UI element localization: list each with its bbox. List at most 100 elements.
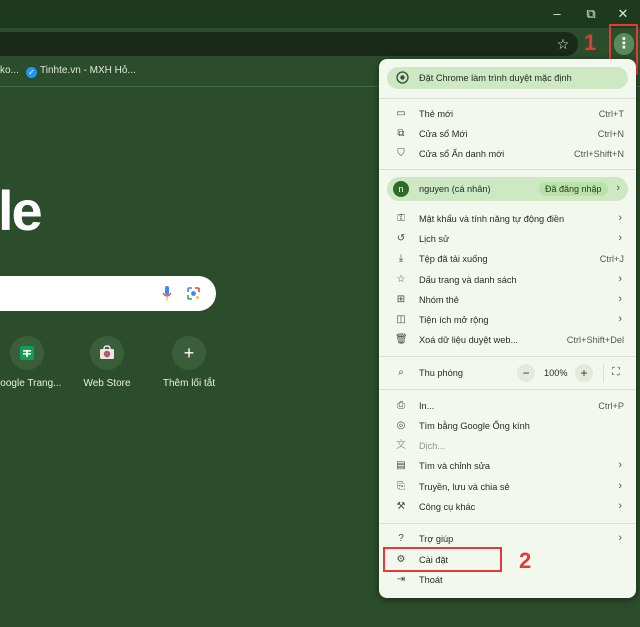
divider (379, 523, 636, 524)
menu-item-more-tools[interactable]: ⚒ Công cụ khác › (379, 497, 636, 517)
printer-icon: ⎙ (397, 400, 405, 411)
divider (379, 356, 636, 357)
annotation-step-1: 1 (584, 30, 597, 55)
puzzle-icon: ◫ (396, 314, 406, 325)
menu-item-label: Thẻ mới (419, 109, 454, 119)
chevron-right-icon: › (618, 232, 622, 244)
divider (379, 389, 636, 390)
menu-item-incognito[interactable]: ⛉ Cửa sổ Ẩn danh mới Ctrl+Shift+N (379, 144, 636, 164)
zoom-icon: ⌕ (398, 367, 404, 378)
shortcut-text: Ctrl+T (598, 109, 624, 119)
shortcut-label: Web Store (83, 378, 131, 389)
star-icon[interactable]: ☆ (554, 34, 572, 54)
find-icon: ▤ (396, 460, 406, 471)
menu-item-label: Truyền, lưu và chia sẻ (419, 482, 510, 492)
shortcut-label: Thêm lối tắt (162, 378, 216, 389)
menu-item-extensions[interactable]: ◫ Tiện ích mở rộng › (379, 310, 636, 330)
avatar: n (393, 181, 409, 197)
close-button[interactable]: ✕ (612, 4, 634, 24)
profile-name: nguyen (cá nhân) (419, 184, 491, 194)
help-icon: ? (398, 533, 404, 544)
minimize-button[interactable]: – (546, 4, 568, 24)
shortcut-text: Ctrl+Shift+Del (566, 335, 624, 345)
zoom-out-button[interactable]: − (517, 364, 535, 382)
bookmark-item[interactable]: ko... (0, 65, 19, 76)
status-badge: Đã đăng nhập (539, 182, 608, 196)
menu-item-find-edit[interactable]: ▤ Tìm và chỉnh sửa › (379, 456, 636, 476)
menu-item-bookmarks[interactable]: ☆ Dấu trang và danh sách › (379, 270, 636, 290)
set-default-label: Đặt Chrome làm trình duyệt mặc định (419, 73, 572, 83)
google-logo: le (0, 179, 43, 242)
menu-item-label: Dịch... (419, 441, 446, 451)
menu-item-label: Trợ giúp (419, 534, 454, 544)
annotation-step-2: 2 (519, 548, 532, 573)
toolbox-icon: ⚒ (396, 501, 406, 512)
chevron-right-icon: › (618, 273, 622, 285)
shortcut-text: Ctrl+N (597, 129, 624, 139)
plus-icon: + (172, 336, 206, 370)
chevron-right-icon: › (616, 182, 620, 194)
title-bar: – ⧉ ✕ (0, 0, 640, 28)
shortcut-text: Ctrl+Shift+N (573, 149, 624, 159)
search-box[interactable] (0, 276, 216, 311)
menu-item-label: Tiện ích mở rộng (419, 315, 489, 325)
menu-item-new-window[interactable]: ⧉ Cửa sổ Mới Ctrl+N (379, 124, 636, 144)
shortcut-text: Ctrl+P (598, 401, 624, 411)
menu-item-passwords[interactable]: ⚿ Mật khẩu và tính năng tự động điền › (379, 209, 636, 229)
profile-item[interactable]: n nguyen (cá nhân) Đã đăng nhập › (387, 177, 628, 201)
menu-item-print[interactable]: ⎙ In... Ctrl+P (379, 396, 636, 416)
bookmark-item-tinhte[interactable]: ✓ Tinhte.vn - MXH Hỏ... (26, 65, 136, 78)
menu-item-label: Cửa sổ Mới (419, 129, 468, 139)
web-store-icon (90, 336, 124, 370)
fullscreen-icon[interactable]: ⛶ (612, 366, 620, 379)
chevron-right-icon: › (618, 459, 622, 471)
menu-item-label: Xoá dữ liệu duyệt web... (419, 335, 519, 345)
menu-item-zoom: ⌕ Thu phóng − 100% + ⛶ (379, 362, 636, 384)
zoom-in-button[interactable]: + (575, 364, 593, 382)
chevron-right-icon: › (618, 480, 622, 492)
menu-item-label: Lịch sử (419, 234, 450, 244)
bookmark-label: Tinhte.vn - MXH Hỏ... (40, 65, 136, 76)
new-window-icon: ⧉ (397, 128, 405, 139)
set-default-browser-item[interactable]: Đặt Chrome làm trình duyệt mặc định (387, 67, 628, 89)
menu-item-label: Tệp đã tải xuống (419, 254, 488, 264)
key-icon: ⚿ (397, 213, 405, 224)
chevron-right-icon: › (618, 500, 622, 512)
menu-item-google-lens[interactable]: ◎ Tìm bằng Google Ống kính (379, 416, 636, 436)
restore-button[interactable]: ⧉ (580, 4, 602, 24)
zoom-value: 100% (544, 368, 568, 378)
shortcut-add[interactable]: + Thêm lối tắt (144, 336, 234, 389)
shortcut-text: Ctrl+J (599, 254, 624, 264)
menu-item-label: Cửa sổ Ẩn danh mới (419, 149, 505, 159)
menu-item-clear-data[interactable]: 🗑 Xoá dữ liệu duyệt web... Ctrl+Shift+De… (379, 330, 636, 350)
toolbar: ☆ ⋮ (0, 28, 640, 60)
menu-item-exit[interactable]: ⇥ Thoát (379, 570, 636, 590)
annotation-box-2 (383, 547, 502, 572)
tab-groups-icon: ⊞ (396, 294, 406, 305)
incognito-icon: ⛉ (397, 148, 405, 159)
menu-item-label: In... (419, 401, 435, 411)
trash-icon: 🗑 (395, 334, 408, 345)
menu-item-label: Tìm bằng Google Ống kính (419, 421, 530, 431)
tinhte-check-icon: ✓ (26, 67, 37, 78)
history-icon: ↺ (396, 233, 406, 244)
menu-item-cast-save-share[interactable]: ⎘ Truyền, lưu và chia sẻ › (379, 477, 636, 497)
menu-item-label: Tìm và chỉnh sửa (419, 461, 490, 471)
star-icon: ☆ (396, 274, 406, 285)
menu-item-translate[interactable]: 文 Dịch... (379, 436, 636, 456)
shortcut-web-store[interactable]: Web Store (62, 336, 152, 389)
chrome-icon (396, 71, 409, 84)
menu-item-tab-groups[interactable]: ⊞ Nhóm thẻ › (379, 290, 636, 310)
menu-item-help[interactable]: ? Trợ giúp › (379, 529, 636, 549)
google-sheets-icon (10, 336, 44, 370)
chevron-right-icon: › (618, 313, 622, 325)
menu-item-downloads[interactable]: ⤓ Tệp đã tải xuống Ctrl+J (379, 249, 636, 269)
chevron-right-icon: › (618, 212, 622, 224)
google-lens-icon[interactable] (186, 286, 201, 301)
divider (379, 169, 636, 170)
address-bar[interactable]: ☆ (0, 32, 578, 56)
menu-item-new-tab[interactable]: ▭ Thẻ mới Ctrl+T (379, 104, 636, 124)
menu-item-history[interactable]: ↺ Lịch sử › (379, 229, 636, 249)
microphone-icon[interactable] (162, 286, 172, 301)
google-lens-icon: ◎ (396, 420, 406, 431)
